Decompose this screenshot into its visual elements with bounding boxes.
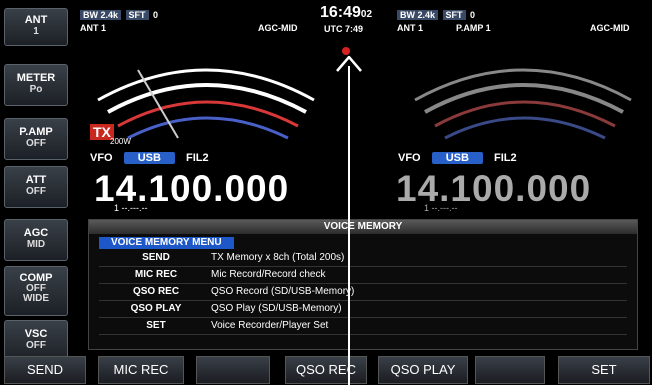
menu-row-mic-rec[interactable]: MIC REC Mic Record/Record check (99, 267, 627, 284)
comp-button[interactable]: COMP OFF WIDE (4, 266, 68, 316)
clock-utc: UTC 7:49 (324, 24, 364, 34)
agc-button[interactable]: AGC MID (4, 219, 68, 261)
right-vfo-label: VFO (398, 152, 421, 164)
menu-key: SEND (142, 252, 170, 263)
clock-sec: 02 (360, 9, 373, 20)
agc-value: MID (26, 239, 46, 250)
agc-title: AGC (23, 227, 49, 239)
comp-value: OFF WIDE (22, 283, 50, 304)
status-dot (342, 47, 350, 55)
right-ant-label: ANT 1 (397, 23, 424, 33)
ant-title: ANT (24, 14, 48, 26)
pamp-title: P.AMP (19, 126, 53, 138)
vsc-title: VSC (24, 328, 48, 340)
vsc-value: OFF (26, 340, 46, 351)
meter-title: METER (16, 72, 56, 84)
att-value: OFF (26, 186, 46, 197)
qso-rec-button[interactable]: QSO REC (285, 356, 367, 384)
menu-key: QSO REC (132, 286, 180, 297)
menu-desc: QSO Play (SD/USB-Memory) (211, 303, 342, 314)
right-sft-badge: SFT (442, 10, 466, 20)
meter-value: Po (29, 84, 43, 95)
ant-button[interactable]: ANT 1 (4, 8, 68, 46)
left-sub-readout: 1 --.---.-- (114, 203, 148, 213)
voice-memory-panel: VOICE MEMORY VOICE MEMORY MENU SEND TX M… (88, 219, 638, 350)
clock-hm: 16:49 (320, 4, 361, 21)
right-bw-badge: BW 2.4k (397, 10, 439, 20)
panel-title: VOICE MEMORY (89, 220, 637, 234)
menu-header: VOICE MEMORY MENU (99, 237, 234, 249)
menu-key: SET (146, 320, 166, 331)
right-filter-label: FIL2 (493, 152, 517, 164)
right-vfo-line: VFO USB FIL2 (398, 152, 517, 164)
right-mode-badge[interactable]: USB (431, 152, 483, 164)
pamp-button[interactable]: P.AMP OFF (4, 118, 68, 160)
left-filter-label: FIL2 (185, 152, 209, 164)
left-meter-scale (97, 68, 315, 140)
menu-desc: Mic Record/Record check (211, 269, 326, 280)
menu-desc: Voice Recorder/Player Set (211, 320, 329, 331)
menu-key: MIC REC (134, 269, 178, 280)
left-sft-badge: SFT (125, 10, 149, 20)
ant-value: 1 (33, 26, 39, 37)
power-label: 200W (110, 137, 131, 146)
right-meter-scale (414, 68, 632, 140)
mic-rec-button[interactable]: MIC REC (98, 356, 184, 384)
empty-button-2[interactable] (475, 356, 545, 384)
pamp-value: OFF (26, 138, 46, 149)
arrow-head-icon (336, 56, 362, 72)
right-pamp-label: P.AMP 1 (456, 23, 491, 33)
left-sft-value: 0 (153, 10, 159, 20)
qso-play-button[interactable]: QSO PLAY (378, 356, 468, 384)
menu-row-set[interactable]: SET Voice Recorder/Player Set (99, 318, 627, 335)
menu-desc: QSO Record (SD/USB-Memory) (211, 286, 355, 297)
att-title: ATT (25, 174, 47, 186)
menu-desc: TX Memory x 8ch (Total 200s) (211, 252, 345, 263)
menu-key: QSO PLAY (130, 303, 182, 314)
left-status: BW 2.4k SFT 0 (80, 10, 158, 20)
left-vfo-line: VFO USB FIL2 (90, 152, 209, 164)
right-agc-label: AGC-MID (590, 23, 630, 33)
send-button[interactable]: SEND (4, 356, 86, 384)
menu-row-qso-play[interactable]: QSO PLAY QSO Play (SD/USB-Memory) (99, 301, 627, 318)
menu-row-qso-rec[interactable]: QSO REC QSO Record (SD/USB-Memory) (99, 284, 627, 301)
left-ant-label: ANT 1 (80, 23, 107, 33)
left-mode-badge[interactable]: USB (123, 152, 175, 164)
empty-button-1[interactable] (196, 356, 270, 384)
left-agc-label: AGC-MID (258, 23, 298, 33)
menu-row-send[interactable]: SEND TX Memory x 8ch (Total 200s) (99, 250, 627, 267)
left-bw-badge: BW 2.4k (80, 10, 122, 20)
right-sub-readout: 1 --.---.-- (424, 203, 458, 213)
att-button[interactable]: ATT OFF (4, 166, 68, 208)
pointer-arrow-line (348, 66, 350, 385)
right-sft-value: 0 (470, 10, 476, 20)
set-button[interactable]: SET (558, 356, 650, 384)
right-status: BW 2.4k SFT 0 (397, 10, 475, 20)
left-vfo-label: VFO (90, 152, 113, 164)
clock-time: 16:4902 (320, 4, 372, 22)
meter-button[interactable]: METER Po (4, 64, 68, 106)
